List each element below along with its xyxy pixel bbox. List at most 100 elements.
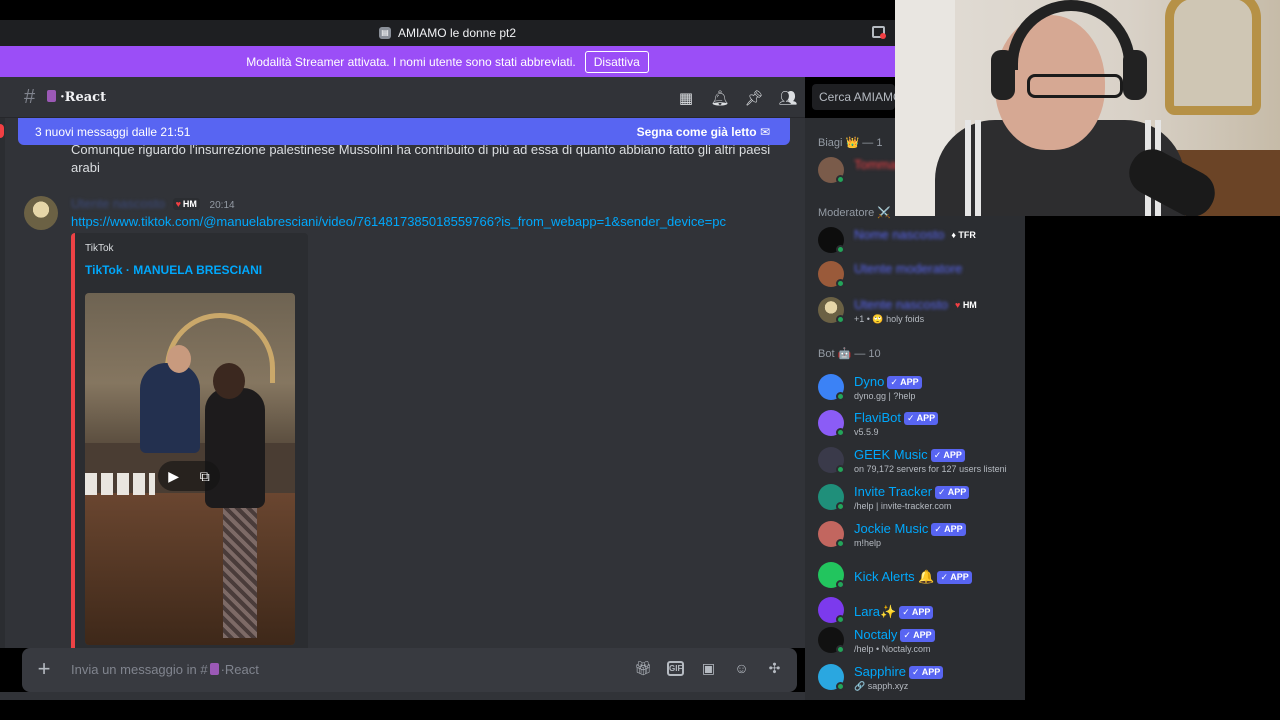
video-person-2-legs (223, 508, 257, 638)
member-moderator[interactable]: Nome nascosto ♦ TFR (818, 224, 1023, 258)
online-status-icon (836, 315, 845, 324)
member-bot[interactable]: Kick Alerts 🔔 ✓ APP (818, 559, 1023, 593)
channel-name-text: ·React (60, 89, 107, 105)
member-status: dyno.gg | ?help (854, 391, 916, 401)
webcam-headphone-cup (991, 50, 1015, 100)
avatar[interactable] (24, 196, 58, 230)
channel-emoji-icon (209, 663, 219, 675)
member-name: Kick Alerts 🔔 ✓ APP (854, 569, 972, 585)
online-status-icon (836, 502, 845, 511)
window-title: AMIAMO le donne pt2 (397, 26, 517, 40)
member-name-text: FlaviBot (854, 410, 901, 425)
member-bot[interactable]: FlaviBot ✓ APP v5.5.9 (818, 407, 1023, 441)
open-external-icon[interactable]: ⧉ (200, 468, 210, 485)
bottom-strip (0, 692, 805, 700)
member-name: Noctaly ✓ APP (854, 627, 935, 642)
online-status-icon (836, 175, 845, 184)
member-name-text: GEEK Music (854, 447, 928, 462)
disable-streamer-button[interactable]: Disattiva (584, 50, 649, 73)
embed-video[interactable]: ▶ ⧉ (85, 293, 295, 645)
online-status-icon (836, 580, 845, 589)
webcam-headphone-cup (1123, 50, 1147, 100)
embed-provider: TikTok (85, 243, 114, 254)
member-bot[interactable]: Lara✨ ✓ APP (818, 594, 1023, 628)
streamer-mode-banner: Modalità Streamer attivata. I nomi utent… (0, 46, 895, 77)
pin-icon[interactable]: 📌︎ (737, 88, 771, 108)
member-status: /help | invite-tracker.com (854, 501, 952, 511)
inbox-icon[interactable] (872, 26, 886, 39)
embed-title[interactable]: TikTok · MANUELA BRESCIANI (85, 263, 262, 277)
sticker-icon[interactable]: ▣ (700, 660, 717, 677)
app-badge: ✓ APP (930, 449, 965, 462)
channel-hash-icon: # (24, 85, 36, 108)
bell-icon[interactable]: 🔔︎ (703, 88, 737, 108)
emoji-icon[interactable]: ☺ (733, 660, 750, 677)
new-messages-text: 3 nuovi messaggi dalle 21:51 (35, 124, 191, 139)
search-input[interactable]: Cerca AMIAMO (812, 84, 895, 110)
link-embed: TikTok TikTok · MANUELA BRESCIANI ▶ ⧉ (71, 233, 308, 653)
message-input[interactable]: Invia un messaggio in # ·React (71, 662, 259, 677)
member-status: +1 • 🙄 holy foids (854, 314, 925, 324)
composer-toolbar: 🎁︎ GIF ▣ ☺ ✣ (634, 660, 783, 677)
online-status-icon (836, 615, 845, 624)
app-badge: ✓ APP (899, 606, 934, 619)
member-bot[interactable]: Noctaly ✓ APP/help • Noctaly.com (818, 624, 1023, 658)
server-icon: ▤ (378, 27, 391, 39)
video-desk (85, 493, 295, 645)
message-link[interactable]: https://www.tiktok.com/@manuelabresciani… (71, 214, 726, 229)
member-name-text: Kick Alerts 🔔 (854, 569, 935, 584)
online-status-icon (836, 539, 845, 548)
member-name: FlaviBot ✓ APP (854, 410, 939, 425)
members-icon[interactable]: 👥︎ (771, 88, 805, 108)
new-messages-bar[interactable]: 3 nuovi messaggi dalle 21:51 Segna come … (18, 118, 790, 145)
gift-icon[interactable]: 🎁︎ (634, 660, 652, 677)
member-bot[interactable]: Jockie Music ✓ APP m!help (818, 518, 1023, 552)
channel-header: # ·React ▦ 🔔︎ 📌︎ 👥︎ (0, 77, 805, 118)
timestamp: 20:14 (209, 200, 235, 211)
member-moderator[interactable]: Utente nascosto ♥ HM +1 • 🙄 holy foids (818, 294, 1023, 328)
app-badge: ✓ APP (931, 523, 966, 536)
guild-tag[interactable]: ♥ HM (172, 198, 200, 210)
member-bot[interactable]: Dyno ✓ APP dyno.gg | ?help (818, 371, 1023, 405)
webcam-stripe (965, 120, 971, 216)
webcam-mirror (1165, 0, 1261, 115)
member-bot[interactable]: GEEK Music ✓ APP on 79,172 servers for 127… (818, 444, 1023, 478)
message-composer: + Invia un messaggio in # ·React 🎁︎ GIF ▣… (22, 648, 797, 692)
message-header: Utente nascosto ♥ HM 20:14 (71, 196, 235, 211)
video-person-2-head (213, 363, 245, 399)
apps-icon[interactable]: ✣ (766, 660, 783, 677)
member-name-text: Sapphire (854, 664, 907, 679)
online-status-icon (836, 428, 845, 437)
member-name-text: Invite Tracker (854, 484, 933, 499)
gif-icon[interactable]: GIF (667, 661, 684, 676)
guild-tag-label: HM (962, 300, 977, 310)
app-badge: ✓ APP (935, 486, 970, 499)
member-name-text: Noctaly (854, 627, 898, 642)
online-status-icon (836, 645, 845, 654)
username-redacted[interactable]: Utente nascosto (71, 196, 165, 211)
member-name-text: Dyno (854, 374, 885, 389)
mark-as-read-label: Segna come già letto (636, 124, 757, 139)
mark-as-read-button[interactable]: Segna come già letto ✉︎ (637, 125, 770, 139)
member-bot[interactable]: Invite Tracker ✓ APP/help | invite-tracke… (818, 481, 1023, 515)
member-name-text: Nome nascosto (854, 227, 945, 242)
add-attachment-button[interactable]: + (32, 657, 56, 681)
streamer-banner-text: Modalità Streamer attivata. I nomi utent… (246, 54, 576, 69)
webcam-glasses (1027, 74, 1123, 98)
member-name: Dyno ✓ APP (854, 374, 922, 389)
title-bar: ▤ AMIAMO le donne pt2 (0, 20, 895, 46)
video-cups (85, 473, 155, 495)
threads-icon[interactable]: ▦ (669, 88, 703, 108)
video-controls[interactable]: ▶ ⧉ (158, 461, 220, 491)
message-text: Comunque riguardo l'insurrezione palesti… (71, 142, 771, 175)
play-icon[interactable]: ▶ (168, 468, 179, 485)
member-status: on 79,172 servers for 127 users listeni (854, 464, 1007, 474)
app-badge: ✓ APP (937, 571, 972, 584)
webcam-stripe (975, 120, 981, 216)
member-moderator[interactable]: Utente moderatore (818, 258, 1023, 292)
member-status: /help • Noctaly.com (854, 644, 931, 654)
placeholder-prefix: Invia un messaggio in # (71, 662, 208, 677)
webcam-overlay (895, 0, 1280, 216)
app-badge: ✓ APP (903, 412, 939, 425)
member-bot[interactable]: Sapphire ✓ APP 🔗 sapph.xyz (818, 661, 1023, 695)
